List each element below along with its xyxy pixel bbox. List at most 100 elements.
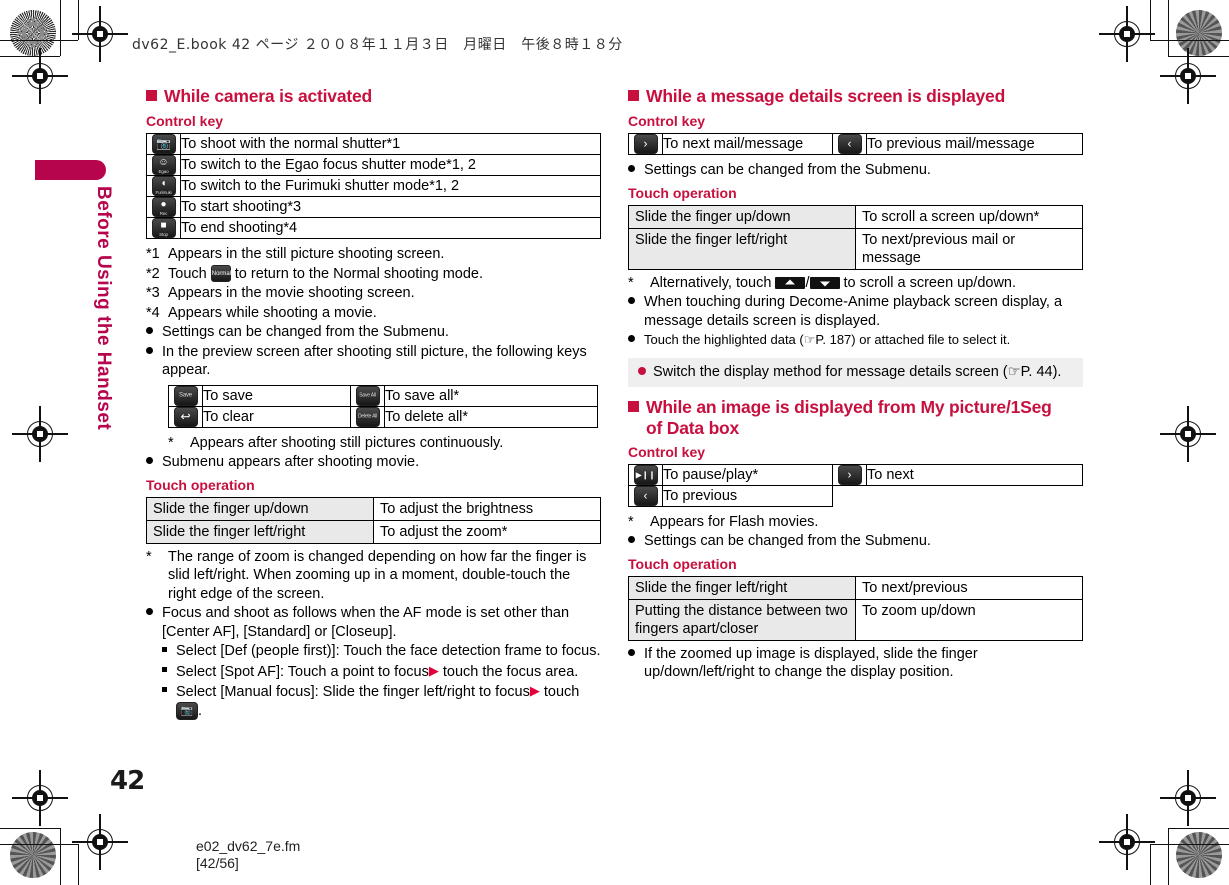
bullet-text: Settings can be changed from the Submenu… — [644, 162, 931, 178]
table-row: ● Rec To start shooting*3 — [146, 196, 601, 218]
touch-action-cell: Slide the finger up/down — [146, 496, 374, 521]
square-bullet-icon — [162, 642, 176, 661]
section-heading-message-details-text: While a message details screen is displa… — [646, 86, 1006, 106]
list-item-text: Select [Def (people first)]: Touch the f… — [176, 643, 601, 659]
save-all-key-icon: Save All — [355, 385, 380, 406]
key-desc-cell: To previous mail/message — [866, 133, 1083, 155]
footnote-mark: *2 — [146, 265, 160, 282]
bullet-icon — [146, 323, 162, 342]
preview-key-table: Save To save Save All To save all* ↩ To … — [168, 384, 598, 428]
previous-arrow-key-icon: ‹ — [837, 134, 862, 154]
key-desc-cell: To save all* — [384, 384, 598, 407]
crop-rule-bottom-right-v — [1168, 828, 1170, 885]
bullet-text: When touching during Decome-Anime playba… — [644, 294, 1063, 329]
footnote-text-before: Touch — [168, 265, 211, 282]
starburst-mark-bottom-right — [1176, 832, 1222, 878]
save-key-icon: Save — [173, 385, 198, 406]
footnote-flash: * Appears for Flash movies. — [628, 513, 1083, 532]
crop-rule-top-left-v2 — [78, 0, 80, 40]
square-bullet-icon — [628, 400, 639, 412]
key-desc-cell: To pause/play* — [662, 463, 833, 486]
touch-result-cell: To adjust the brightness — [373, 496, 601, 521]
registration-mark-upper-left-inner — [12, 48, 68, 104]
bullet-icon — [146, 453, 162, 472]
bullet-item: Settings can be changed from the Submenu… — [146, 323, 601, 342]
bullet-item: Settings can be changed from the Submenu… — [628, 532, 1083, 551]
touch-operation-label-image: Touch operation — [628, 555, 737, 572]
previous-arrow-key-icon: ‹ — [633, 485, 658, 506]
footnote-mark: *4 — [146, 304, 160, 321]
table-row: Slide the finger up/down To adjust the b… — [146, 496, 601, 521]
footnote-mark: * — [628, 513, 634, 530]
square-bullet-icon — [146, 90, 157, 101]
section-heading-message-details: While a message details screen is displa… — [628, 86, 1083, 107]
control-key-table-message: › To next mail/message ‹ To previous mai… — [628, 133, 1083, 155]
note-band-display-method: Switch the display method for message de… — [628, 357, 1083, 387]
delete-all-key-icon: Delete All — [355, 406, 380, 427]
key-desc-cell: To clear — [202, 405, 351, 428]
camera-shutter-key-icon: 📷 — [151, 134, 176, 154]
touch-result-cell: To scroll a screen up/down* — [855, 204, 1083, 229]
touch-operation-table-image: Slide the finger left/right To next/prev… — [628, 575, 1083, 641]
registration-mark-tr — [1099, 6, 1155, 62]
bullet-icon — [146, 604, 162, 641]
footnote-mark: * — [146, 548, 152, 565]
message-footnotes: * Alternatively, touch / to scroll a scr… — [628, 274, 1083, 350]
registration-mark-lower-left-inner — [12, 770, 68, 826]
key-cell: › — [628, 133, 663, 155]
bullet-item: Submenu appears after shooting movie. — [146, 453, 601, 472]
crop-rule-bottom-left-h — [0, 828, 60, 830]
key-desc-cell: To previous — [662, 484, 833, 507]
key-desc-cell: To end shooting*4 — [180, 217, 601, 239]
footnote-3: *3 Appears in the movie shooting screen. — [146, 284, 601, 303]
crop-rule-top-right-v2 — [1150, 0, 1152, 40]
crop-rule-bottom-left-v2 — [78, 844, 80, 885]
note-band-text: Switch the display method for message de… — [653, 363, 1062, 380]
content-area: While camera is activated Control key 📷 … — [76, 86, 1086, 786]
touch-result-cell: To next/previous mail or message — [855, 227, 1083, 270]
table-row: ☺ Egao To switch to the Egao focus shutte… — [146, 154, 601, 176]
touch-operation-label-message: Touch operation — [628, 184, 737, 201]
bullet-icon — [628, 161, 644, 180]
key-desc-cell: To next — [866, 463, 1083, 486]
footnote-text: The range of zoom is changed depending o… — [168, 548, 587, 602]
key-cell: Delete All — [350, 405, 385, 428]
key-cell: Save — [168, 384, 203, 407]
registration-mark-br — [1099, 814, 1155, 870]
header-print-meta: dv62_E.book 42 ページ ２００８年１１月３日 月曜日 午後８時１８… — [132, 37, 623, 53]
normal-key-icon: Normal — [210, 265, 231, 283]
list-item-text: Select [Manual focus]: Slide the finger … — [176, 683, 580, 720]
control-key-table-camera: 📷 To shoot with the normal shutter*1 ☺ Eg… — [146, 133, 601, 239]
footnote-text: Appears in the movie shooting screen. — [168, 285, 415, 301]
table-row: Slide the finger up/down To scroll a scr… — [628, 204, 1083, 229]
footnote-mark: *3 — [146, 285, 160, 301]
table-row: ▶❙❙ To pause/play* › To next — [628, 463, 1083, 486]
image-footnotes: * Appears for Flash movies. Settings can… — [628, 513, 1083, 551]
list-item: Select [Def (people first)]: Touch the f… — [162, 642, 601, 661]
footnote-mark: *1 — [146, 246, 160, 262]
key-cell: ● Rec — [146, 196, 181, 218]
table-row: Slide the finger left/right To adjust th… — [146, 519, 601, 544]
key-cell: ▶❙❙ — [628, 463, 663, 486]
section-heading-image-displayed: While an image is displayed from My pict… — [628, 397, 1083, 439]
footnote-text: Appears in the still picture shooting sc… — [168, 246, 445, 262]
touch-result-cell: To next/previous — [855, 575, 1083, 600]
image-bullets-4: If the zoomed up image is displayed, sli… — [628, 645, 1083, 682]
crop-rule-top-right-v — [1168, 0, 1170, 56]
registration-mark-tl — [72, 6, 128, 62]
crop-rule-bottom-right-v2 — [1150, 844, 1152, 885]
touch-operation-table-camera: Slide the finger up/down To adjust the b… — [146, 496, 601, 544]
crop-rule-top-right-h — [1168, 56, 1229, 58]
bullet-text: Settings can be changed from the Submenu… — [162, 324, 449, 340]
scroll-up-key-icon — [775, 276, 806, 289]
crop-rule-bottom-left-v — [60, 828, 62, 885]
footnote-mark: * — [168, 434, 174, 451]
camera-shutter-key-icon: 📷 — [176, 701, 198, 720]
bullet-icon — [628, 645, 644, 682]
touch-action-cell: Putting the distance between two fingers… — [628, 598, 856, 641]
bullet-icon — [628, 331, 644, 350]
key-desc-cell: To save — [202, 384, 351, 407]
table-row: Putting the distance between two fingers… — [628, 598, 1083, 641]
left-column: While camera is activated Control key 📷 … — [146, 86, 601, 721]
key-desc-cell: To shoot with the normal shutter*1 — [180, 133, 601, 155]
